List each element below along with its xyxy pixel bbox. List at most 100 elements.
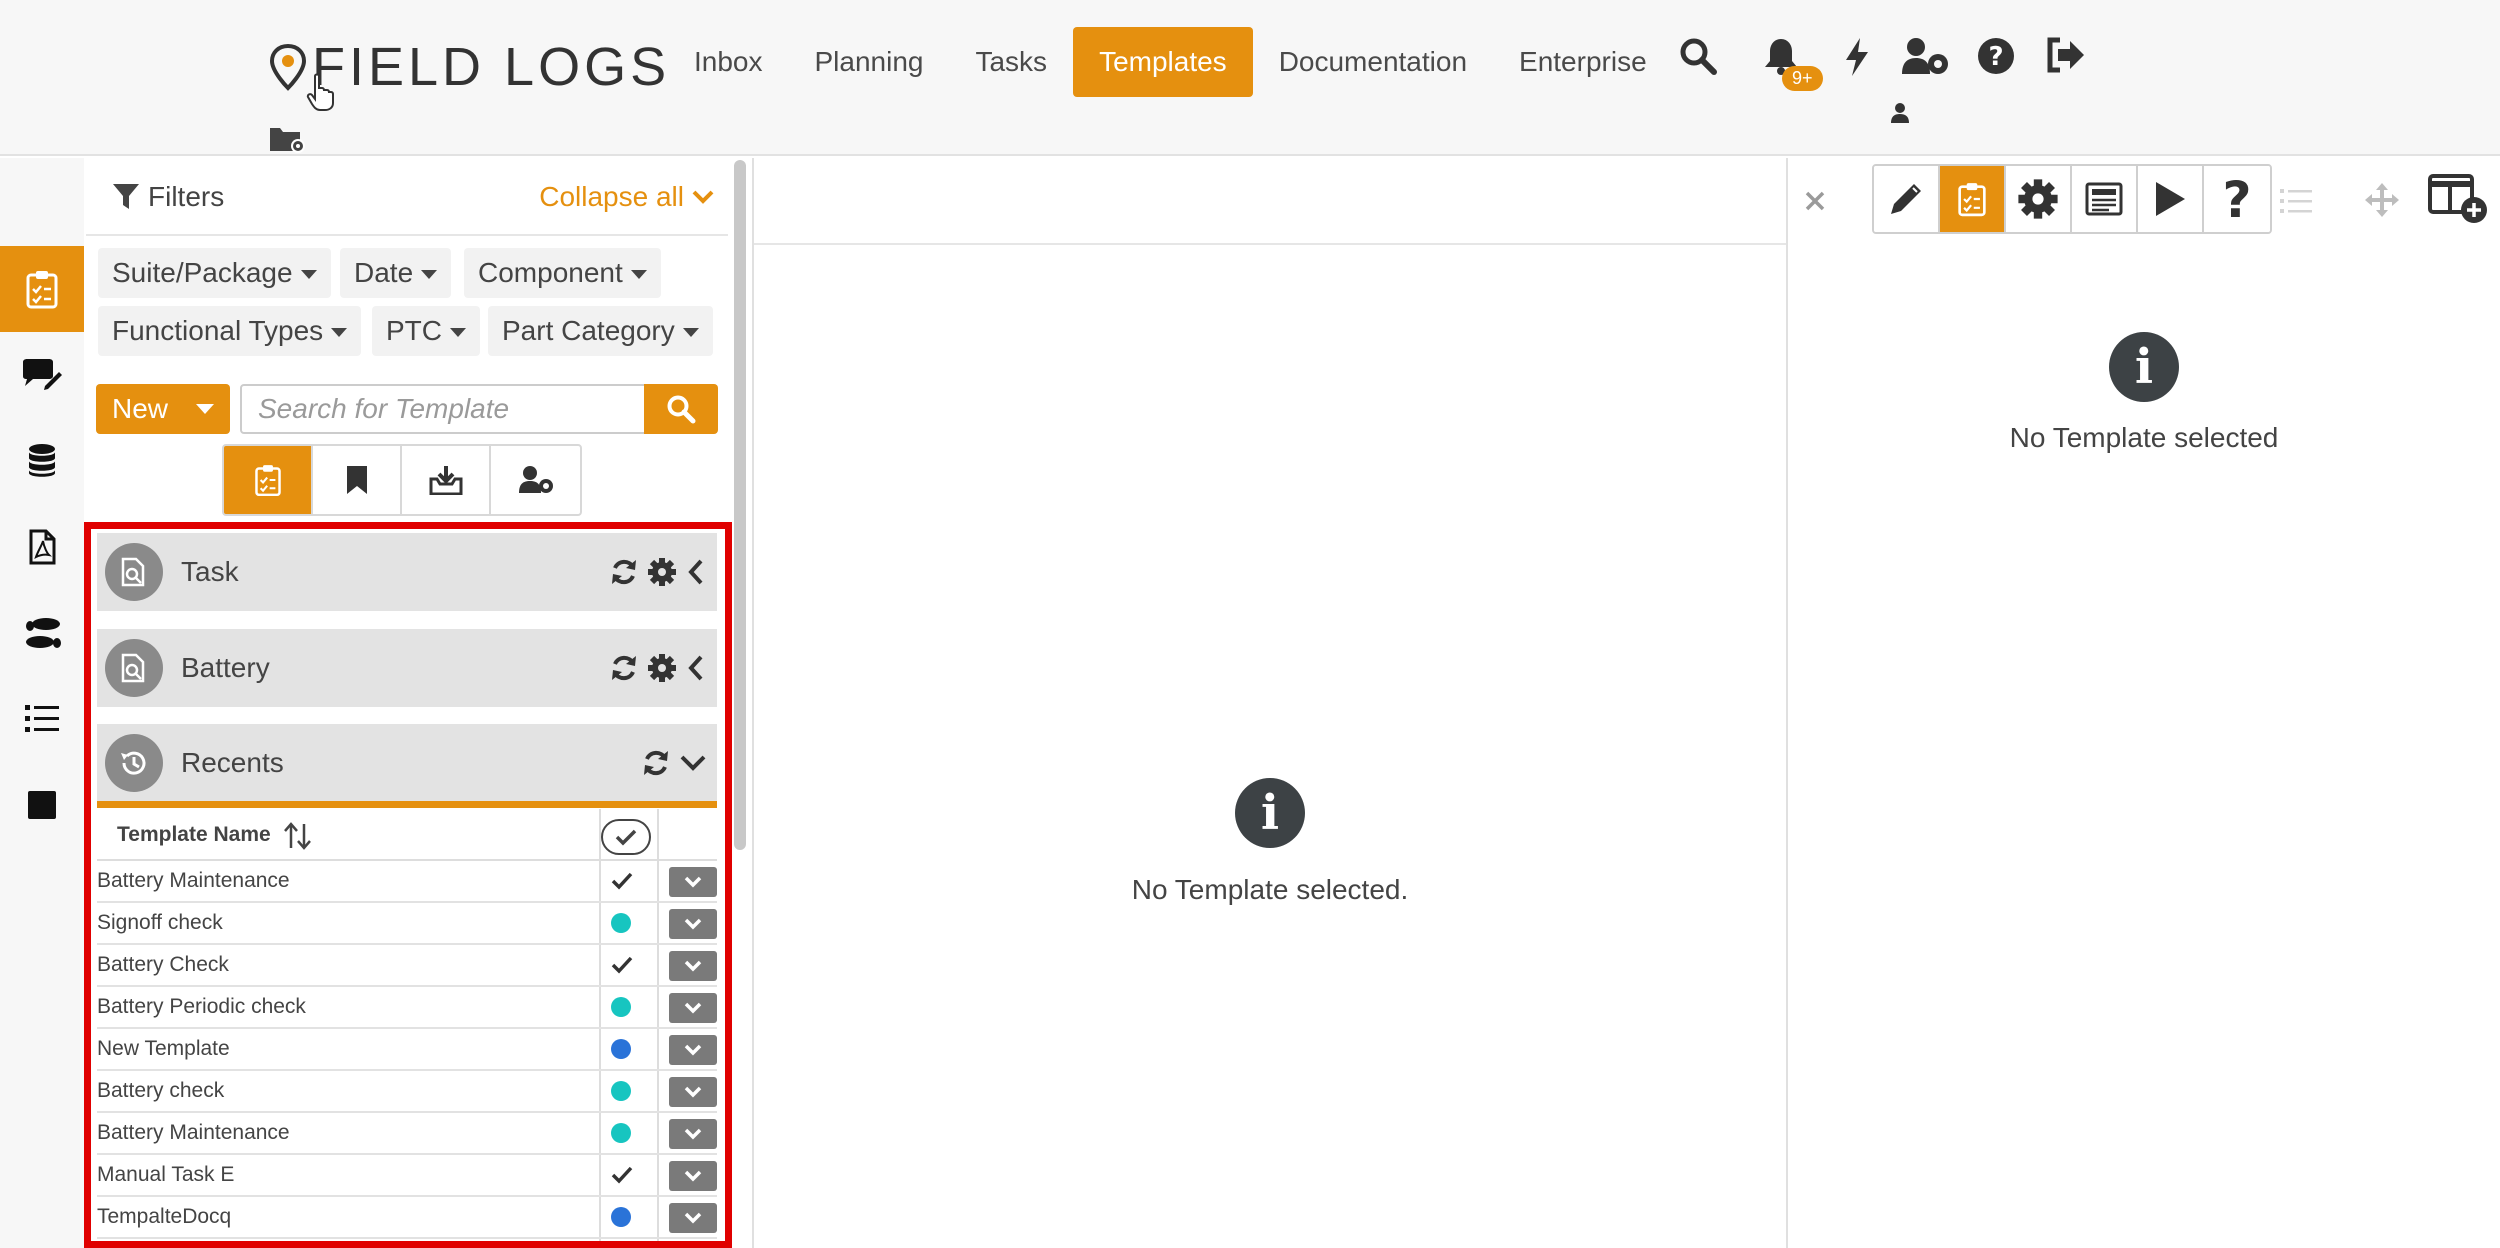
search-button[interactable]	[644, 384, 718, 434]
left-panel-scrollbar[interactable]	[734, 160, 746, 850]
row-actions-button[interactable]	[669, 909, 717, 939]
search-icon[interactable]	[1678, 36, 1718, 76]
section-task[interactable]: Task	[97, 533, 717, 611]
column-header-template-name[interactable]: Template Name	[117, 809, 271, 861]
view-tab-user-settings[interactable]	[491, 446, 580, 514]
filter-component[interactable]: Component	[464, 248, 661, 298]
list-icon[interactable]	[2280, 188, 2312, 214]
nav-documentation[interactable]: Documentation	[1253, 27, 1493, 97]
rail-item-steps[interactable]	[0, 590, 84, 676]
top-header: FIELD LOGS Inbox Planning Tasks Template…	[0, 0, 2500, 156]
question-icon: ?	[2222, 175, 2251, 223]
template-name-cell[interactable]: Signoff check	[97, 903, 223, 943]
search-icon	[667, 395, 696, 424]
refresh-icon[interactable]	[609, 557, 639, 587]
table-row[interactable]: Battery Maintenance	[97, 861, 717, 903]
row-actions-button[interactable]	[669, 1161, 717, 1191]
table-row[interactable]: Battery Maintenance	[97, 1113, 717, 1155]
select-all-checkbox[interactable]	[601, 819, 651, 855]
document-button[interactable]	[2072, 166, 2138, 232]
center-empty-state: i No Template selected.	[754, 778, 1786, 906]
template-name-cell[interactable]: Battery Maintenance	[97, 861, 290, 901]
add-panel-icon[interactable]	[2428, 172, 2490, 226]
filters-header: Filters Collapse all	[86, 158, 728, 236]
section-label: Recents	[181, 747, 284, 778]
row-actions-button[interactable]	[669, 1119, 717, 1149]
section-label: Task	[181, 556, 239, 587]
move-icon[interactable]	[2364, 182, 2400, 218]
template-name-cell[interactable]: Battery Periodic check	[97, 987, 306, 1027]
table-row[interactable]: Battery Check	[97, 945, 717, 987]
gear-icon[interactable]	[647, 557, 677, 587]
row-actions-button[interactable]	[669, 1077, 717, 1107]
section-battery[interactable]: Battery	[97, 629, 717, 707]
rail-item-database[interactable]	[0, 418, 84, 504]
collapse-all-button[interactable]: Collapse all	[539, 158, 714, 236]
chevron-left-icon[interactable]	[685, 654, 707, 682]
filter-icon	[113, 184, 139, 209]
row-actions-button[interactable]	[669, 951, 717, 981]
filter-suite-package[interactable]: Suite/Package	[98, 248, 331, 298]
nav-tasks[interactable]: Tasks	[949, 27, 1073, 97]
rail-item-templates[interactable]	[0, 246, 84, 332]
template-name-cell[interactable]: Battery check	[97, 1071, 224, 1111]
filter-date[interactable]: Date	[340, 248, 452, 298]
refresh-icon[interactable]	[609, 653, 639, 683]
new-template-button[interactable]: New	[96, 384, 230, 434]
view-tab-templates[interactable]	[224, 446, 313, 514]
view-tab-bookmarks[interactable]	[313, 446, 402, 514]
table-body: Battery Maintenance Signoff check Battery …	[97, 861, 717, 1239]
right-empty-state: i No Template selected	[1788, 332, 2500, 454]
rail-item-stop[interactable]	[0, 762, 84, 848]
settings-button[interactable]	[2006, 166, 2072, 232]
gear-icon[interactable]	[647, 653, 677, 683]
users-gear-icon[interactable]	[1900, 36, 1950, 78]
view-tab-inbox[interactable]	[402, 446, 491, 514]
edit-button[interactable]	[1874, 166, 1940, 232]
table-row[interactable]: TempalteDocq	[97, 1197, 717, 1239]
table-row[interactable]: Battery check	[97, 1071, 717, 1113]
bolt-icon[interactable]	[1842, 36, 1872, 78]
status-dot	[611, 1207, 631, 1227]
template-checklist-button[interactable]	[1940, 166, 2006, 232]
row-actions-button[interactable]	[669, 1035, 717, 1065]
close-icon[interactable]	[1804, 190, 1826, 212]
template-search-input[interactable]	[240, 384, 646, 434]
table-row[interactable]: New Template	[97, 1029, 717, 1071]
new-dropdown-caret[interactable]	[196, 404, 214, 414]
sort-icon[interactable]	[283, 821, 313, 851]
pencil-icon	[1891, 184, 1921, 214]
row-actions-button[interactable]	[669, 1203, 717, 1233]
run-button[interactable]	[2138, 166, 2204, 232]
section-recents[interactable]: Recents	[97, 724, 717, 802]
help-icon[interactable]: ?	[1976, 36, 2016, 76]
filter-ptc[interactable]: PTC	[372, 306, 480, 356]
help-button[interactable]: ?	[2204, 166, 2270, 232]
chevron-left-icon[interactable]	[685, 558, 707, 586]
section-label: Battery	[181, 652, 270, 683]
rail-item-pdf[interactable]	[0, 504, 84, 590]
info-icon: i	[1235, 778, 1305, 848]
refresh-icon[interactable]	[641, 748, 671, 778]
rail-item-list[interactable]	[0, 676, 84, 762]
filter-functional-types[interactable]: Functional Types	[98, 306, 362, 356]
nav-planning[interactable]: Planning	[789, 27, 950, 97]
table-row[interactable]: Battery Periodic check	[97, 987, 717, 1029]
table-row[interactable]: Signoff check	[97, 903, 717, 945]
chevron-down-icon[interactable]	[679, 752, 707, 774]
template-name-cell[interactable]: TempalteDocq	[97, 1197, 231, 1237]
template-name-cell[interactable]: Manual Task E	[97, 1155, 234, 1195]
filter-part-category[interactable]: Part Category	[488, 306, 713, 356]
nav-enterprise[interactable]: Enterprise	[1493, 27, 1673, 97]
template-name-cell[interactable]: Battery Check	[97, 945, 229, 985]
sign-out-icon[interactable]	[2044, 36, 2086, 74]
rail-item-comments[interactable]	[0, 332, 84, 418]
table-row[interactable]: Manual Task E	[97, 1155, 717, 1197]
row-actions-button[interactable]	[669, 993, 717, 1023]
nav-inbox[interactable]: Inbox	[668, 27, 789, 97]
template-name-cell[interactable]: Battery Maintenance	[97, 1113, 290, 1153]
template-name-cell[interactable]: New Template	[97, 1029, 230, 1069]
row-actions-button[interactable]	[669, 867, 717, 897]
nav-templates[interactable]: Templates	[1073, 27, 1253, 97]
section-divider	[97, 801, 717, 808]
